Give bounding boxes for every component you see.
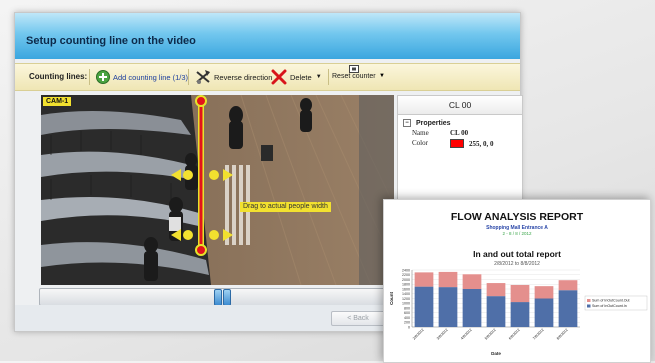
toolbar-separator [188,69,189,85]
property-row-name[interactable]: Name CL 00 [398,127,522,137]
color-swatch [450,139,464,148]
bar-segment [558,290,578,327]
window-title: Setup counting line on the video [26,35,196,47]
toolbar-separator [328,69,329,85]
bar-segment [438,271,458,288]
properties-header: CL 00 [398,96,522,115]
flow-bar-chart: 0200400600800100012001400160018002000220… [389,268,648,356]
properties-section-label: Properties [415,119,451,127]
add-counting-line-label: Add counting line (1/3) [113,72,189,82]
y-tick-label: 1400 [402,292,410,296]
bar-segment [414,272,434,287]
property-row-color[interactable]: Color 255, 0, 0 [398,137,522,148]
y-tick-label: 2200 [402,273,410,277]
toolbar-label: Counting lines: [29,72,88,81]
legend-swatch [587,299,591,302]
property-value: CL 00 [450,129,469,137]
counting-lines-toolbar: Counting lines: Add counting line (1/3) … [15,63,520,91]
add-counting-line-button[interactable]: Add counting line (1/3) [96,68,188,86]
reverse-direction-label: Reverse direction [214,72,273,82]
y-tick-label: 1600 [402,287,410,291]
delete-button[interactable]: Delete ▼ [271,68,322,86]
bar-segment [534,286,554,299]
bar-segment [438,287,458,327]
property-key: Name [412,129,429,137]
legend-label: Sum of InOutCount.In [592,304,627,308]
drag-hint-label: Drag to actual people width [240,202,331,212]
add-icon [96,70,110,84]
title-bar: Setup counting line on the video [15,13,520,59]
properties-section[interactable]: − Properties [398,115,522,127]
x-tick-label: 5/8/2012 [484,328,497,341]
bar-segment [510,284,530,303]
y-axis-label: Count [389,292,394,305]
bar-segment [534,298,554,327]
property-key: Color [412,139,428,147]
bar-segment [486,283,506,297]
y-tick-label: 1800 [402,283,410,287]
bar-segment [462,274,482,289]
property-value-color: 255, 0, 0 [450,139,494,148]
slider-thumb-left[interactable] [214,289,222,306]
bar-segment [510,302,530,327]
y-tick-label: 2400 [402,268,410,272]
delete-label: Delete [290,72,312,82]
slider-thumb-right[interactable] [223,289,231,306]
flow-analysis-report: FLOW ANALYSIS REPORT Shopping Mall Entra… [383,199,651,363]
reverse-direction-button[interactable]: Reverse direction [195,68,272,86]
y-tick-label: 800 [404,306,410,310]
legend-label: Sum of InOutCount.Out [592,299,630,303]
y-tick-label: 200 [404,321,410,325]
x-tick-label: 2/8/2012 [412,328,425,341]
x-axis-label: Date [491,351,501,356]
camera-video-view[interactable]: CAM-1 Drag to actual people width [41,95,394,285]
bar-segment [558,280,578,291]
reverse-direction-icon [196,70,210,84]
y-tick-label: 2000 [402,278,410,282]
collapse-icon[interactable]: − [403,119,411,127]
camera-label: CAM-1 [43,97,72,106]
back-button[interactable]: < Back [331,311,385,326]
x-tick-label: 4/8/2012 [460,328,473,341]
bar-segment [462,289,482,327]
bar-segment [486,296,506,327]
x-tick-label: 6/8/2012 [508,328,521,341]
reset-counter-button[interactable]: Reset counter [332,65,376,87]
reset-counter-label: Reset counter [332,73,376,80]
toolbar-separator [89,69,90,85]
legend-swatch [587,304,591,308]
x-tick-label: 7/8/2012 [532,328,545,341]
x-tick-label: 8/8/2012 [556,328,569,341]
color-value: 255, 0, 0 [469,139,494,148]
delete-x-icon [271,69,287,85]
counter-icon [348,65,359,73]
counting-line-overlay[interactable] [41,95,394,285]
y-tick-label: 600 [404,311,410,315]
y-tick-label: 1200 [402,297,410,301]
y-tick-label: 1000 [402,302,410,306]
bar-segment [414,286,434,327]
chevron-down-icon: ▼ [315,74,322,80]
chevron-down-icon: ▼ [379,73,385,79]
y-tick-label: 400 [404,316,410,320]
x-tick-label: 3/8/2012 [436,328,449,341]
y-tick-label: 0 [408,325,410,329]
